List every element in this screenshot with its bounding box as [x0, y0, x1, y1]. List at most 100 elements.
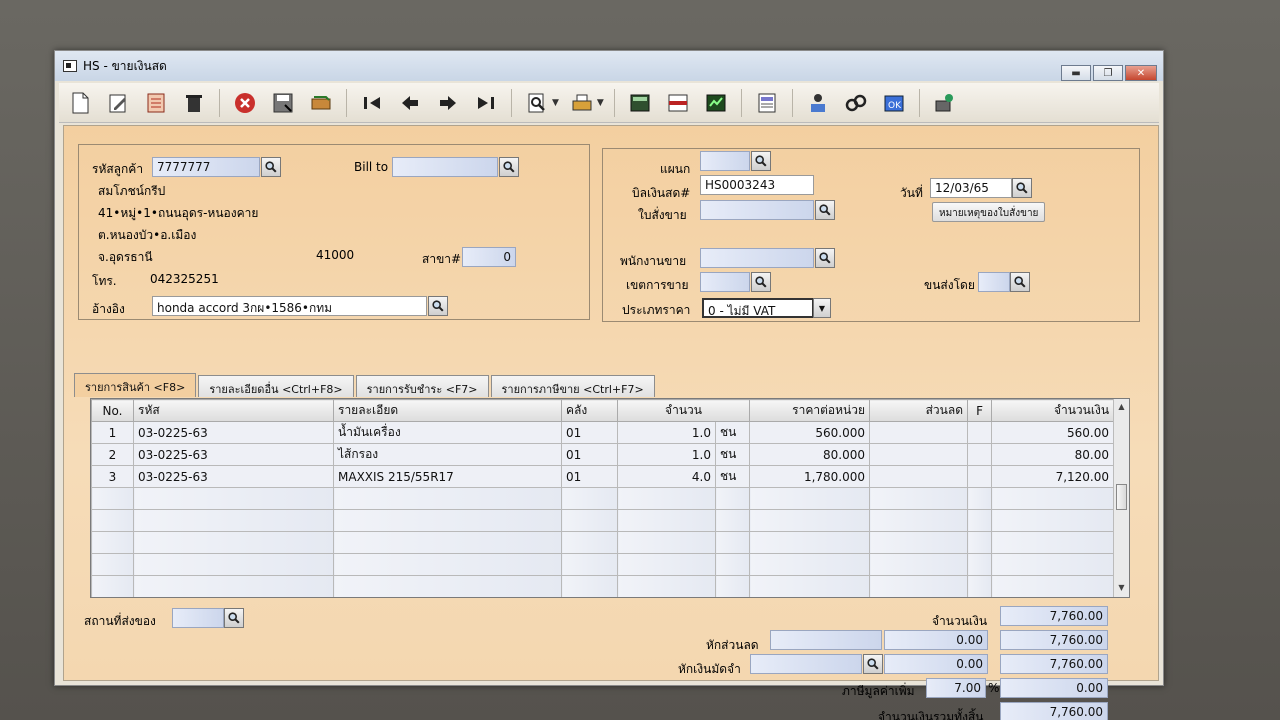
cell-warehouse[interactable]	[561, 575, 618, 597]
order-note-button[interactable]: หมายเหตุของใบสั่งขาย	[932, 202, 1046, 222]
vat-rate-field[interactable]: 7.00	[926, 678, 986, 698]
table-row[interactable]: 3 03-0225-63 MAXXIS 215/55R17 01 4.0 ชน 1,780.…	[91, 465, 1115, 488]
cell-warehouse[interactable]	[561, 509, 618, 532]
cell-desc[interactable]	[333, 509, 562, 532]
salesman-field[interactable]	[700, 248, 814, 268]
discount-field[interactable]: 0.00	[884, 630, 988, 650]
search-icon[interactable]	[522, 89, 552, 117]
tab-sales-tax[interactable]: รายการภาษีขาย <Ctrl+F7>	[490, 375, 655, 397]
cell-qty[interactable]	[617, 553, 716, 576]
close-button[interactable]: ✕	[1125, 65, 1157, 81]
dept-search-icon[interactable]	[751, 151, 771, 171]
deposit-search-icon[interactable]	[863, 654, 883, 674]
cell-discount[interactable]	[869, 465, 969, 488]
cell-flag[interactable]	[967, 465, 993, 488]
new-icon[interactable]	[65, 89, 95, 117]
cell-warehouse[interactable]	[561, 553, 618, 576]
col-discount-header[interactable]: ส่วนลด	[869, 399, 969, 422]
approve-icon[interactable]	[803, 89, 833, 117]
col-desc-header[interactable]: รายละเอียด	[333, 399, 562, 422]
cell-no[interactable]	[91, 531, 134, 554]
bill-to-field[interactable]	[392, 157, 498, 177]
cell-no[interactable]	[91, 553, 134, 576]
cell-desc[interactable]	[333, 487, 562, 510]
ship-place-search-icon[interactable]	[224, 608, 244, 628]
trash-icon[interactable]	[179, 89, 209, 117]
cell-desc[interactable]: MAXXIS 215/55R17	[333, 465, 562, 488]
cell-flag[interactable]	[967, 531, 993, 554]
customer-search-icon[interactable]	[261, 157, 281, 177]
cell-amount[interactable]	[991, 509, 1115, 532]
scroll-thumb[interactable]	[1116, 484, 1127, 510]
ship-place-field[interactable]	[172, 608, 224, 628]
cell-unit[interactable]: ชน	[714, 421, 751, 444]
deposit-field[interactable]: 0.00	[884, 654, 988, 674]
cell-discount[interactable]	[869, 531, 969, 554]
cell-warehouse[interactable]	[561, 531, 618, 554]
cell-desc[interactable]	[333, 575, 562, 597]
col-amount-header[interactable]: จำนวนเงิน	[991, 399, 1115, 422]
report-icon[interactable]	[752, 89, 782, 117]
cell-unit[interactable]: ชน	[714, 443, 751, 466]
cell-desc[interactable]	[333, 553, 562, 576]
cell-flag[interactable]	[967, 421, 993, 444]
tab-other-details[interactable]: รายละเอียดอื่น <Ctrl+F8>	[198, 375, 354, 397]
cell-amount[interactable]	[991, 531, 1115, 554]
dept-field[interactable]	[700, 151, 750, 171]
cell-amount[interactable]: 80.00	[991, 443, 1115, 466]
cell-desc[interactable]: น้ำมันเครื่อง	[333, 421, 562, 444]
price-type-select[interactable]: 0 - ไม่มี VAT	[702, 298, 814, 318]
cell-qty[interactable]: 4.0	[617, 465, 716, 488]
customer-code-field[interactable]: 7777777	[152, 157, 260, 177]
ship-by-field[interactable]	[978, 272, 1010, 292]
cell-qty[interactable]	[617, 487, 716, 510]
cell-desc[interactable]: ไส้กรอง	[333, 443, 562, 466]
cell-flag[interactable]	[967, 443, 993, 466]
deposit-code-field[interactable]	[750, 654, 862, 674]
grid-scrollbar[interactable]: ▲ ▼	[1113, 399, 1129, 597]
bill-to-search-icon[interactable]	[499, 157, 519, 177]
cell-flag[interactable]	[967, 553, 993, 576]
sales-order-search-icon[interactable]	[815, 200, 835, 220]
cell-qty[interactable]	[617, 509, 716, 532]
reference-search-icon[interactable]	[428, 296, 448, 316]
cell-discount[interactable]	[869, 487, 969, 510]
first-icon[interactable]	[357, 89, 387, 117]
cell-warehouse[interactable]: 01	[561, 421, 618, 444]
cell-discount[interactable]	[869, 553, 969, 576]
cell-unit-price[interactable]	[749, 531, 871, 554]
cell-flag[interactable]	[967, 575, 993, 597]
date-picker-icon[interactable]	[1012, 178, 1032, 198]
tab-payments[interactable]: รายการรับชำระ <F7>	[355, 375, 489, 397]
cell-no[interactable]: 2	[91, 443, 134, 466]
prev-icon[interactable]	[395, 89, 425, 117]
branch-field[interactable]: 0	[462, 247, 516, 267]
cell-unit-price[interactable]	[749, 553, 871, 576]
cell-code[interactable]	[133, 509, 334, 532]
table-row[interactable]	[91, 531, 1115, 554]
cell-no[interactable]	[91, 575, 134, 597]
cell-amount[interactable]	[991, 487, 1115, 510]
cell-desc[interactable]	[333, 531, 562, 554]
maximize-button[interactable]: ❐	[1093, 65, 1123, 81]
cell-warehouse[interactable]: 01	[561, 443, 618, 466]
cell-code[interactable]	[133, 575, 334, 597]
scroll-down-icon[interactable]: ▼	[1116, 583, 1127, 594]
tab-items[interactable]: รายการสินค้า <F8>	[74, 373, 197, 397]
date-field[interactable]: 12/03/65	[930, 178, 1012, 198]
ok-icon[interactable]: OK	[879, 89, 909, 117]
cell-qty[interactable]: 1.0	[617, 443, 716, 466]
ship-by-search-icon[interactable]	[1010, 272, 1030, 292]
table-row[interactable]	[91, 553, 1115, 576]
minimize-button[interactable]: ▬	[1061, 65, 1091, 81]
invoice-field[interactable]: HS0003243	[700, 175, 814, 195]
table-row[interactable]: 1 03-0225-63 น้ำมันเครื่อง 01 1.0 ชน 560.000 56…	[91, 421, 1115, 444]
cell-flag[interactable]	[967, 509, 993, 532]
cell-unit[interactable]	[714, 487, 751, 510]
sales-area-search-icon[interactable]	[751, 272, 771, 292]
edit-icon[interactable]	[103, 89, 133, 117]
cell-unit[interactable]: ชน	[714, 465, 751, 488]
search-dropdown-icon[interactable]: ▼	[552, 98, 559, 108]
scroll-up-icon[interactable]: ▲	[1116, 402, 1127, 413]
table-row[interactable]	[91, 487, 1115, 510]
